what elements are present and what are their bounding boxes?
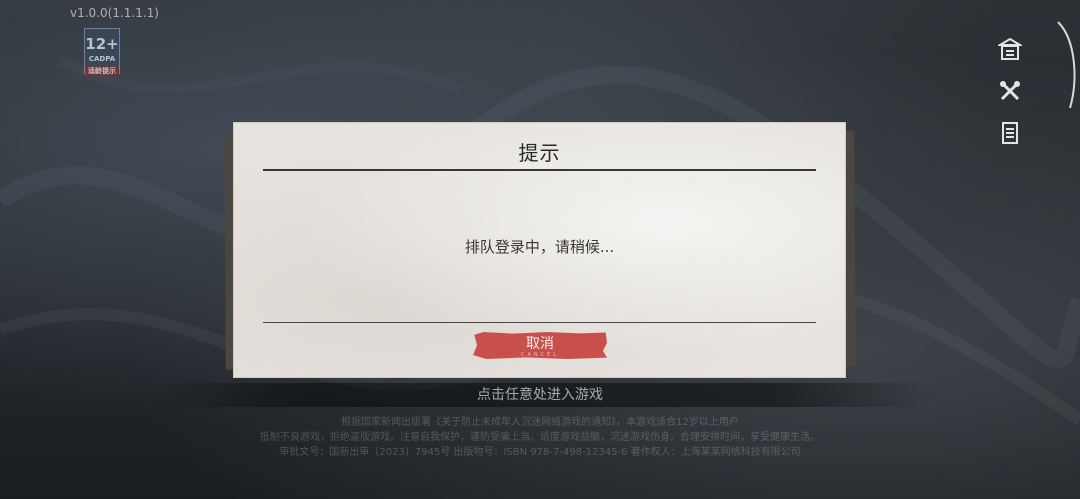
legal-line: 审批文号：国新出审〔2023〕7945号 出版物号：ISBN 978-7-498… <box>279 447 801 458</box>
age-rating-org: CADPA <box>88 55 116 63</box>
legal-line: 抵制不良游戏，拒绝盗版游戏。注意自我保护，谨防受骗上当。适度游戏益脑，沉迷游戏伤… <box>260 432 820 443</box>
tools-icon[interactable] <box>996 76 1024 106</box>
legal-notice: 根据国家新闻出版署《关于防止未成年人沉迷网络游戏的通知》，本游戏适合12岁以上用… <box>100 415 980 460</box>
queue-dialog: 提示 排队登录中，请稍候... 取消 CANCEL <box>234 123 845 377</box>
document-icon[interactable] <box>996 118 1024 148</box>
dialog-title: 提示 <box>518 141 561 165</box>
title-divider <box>263 169 816 171</box>
legal-line: 根据国家新闻出版署《关于防止未成年人沉迷网络游戏的通知》，本游戏适合12岁以上用… <box>341 417 739 428</box>
cancel-button[interactable]: 取消 CANCEL <box>473 332 607 359</box>
enter-game-prompt[interactable]: 点击任意处进入游戏 <box>150 383 930 407</box>
queue-message: 排队登录中，请稍候... <box>464 238 615 256</box>
notice-icon[interactable] <box>996 34 1024 64</box>
cancel-label: 取消 <box>526 336 554 352</box>
age-rating-value: 12+ <box>85 35 119 53</box>
version-label: v1.0.0(1.1.1.1) <box>70 6 159 20</box>
age-rating-note: 适龄提示 <box>85 66 119 76</box>
cancel-sub-label: CANCEL <box>520 352 560 358</box>
footer-divider <box>263 322 816 323</box>
side-menu <box>996 34 1024 160</box>
decorative-arc <box>1057 21 1076 109</box>
age-rating-badge[interactable]: 12+ CADPA 适龄提示 <box>84 28 120 76</box>
